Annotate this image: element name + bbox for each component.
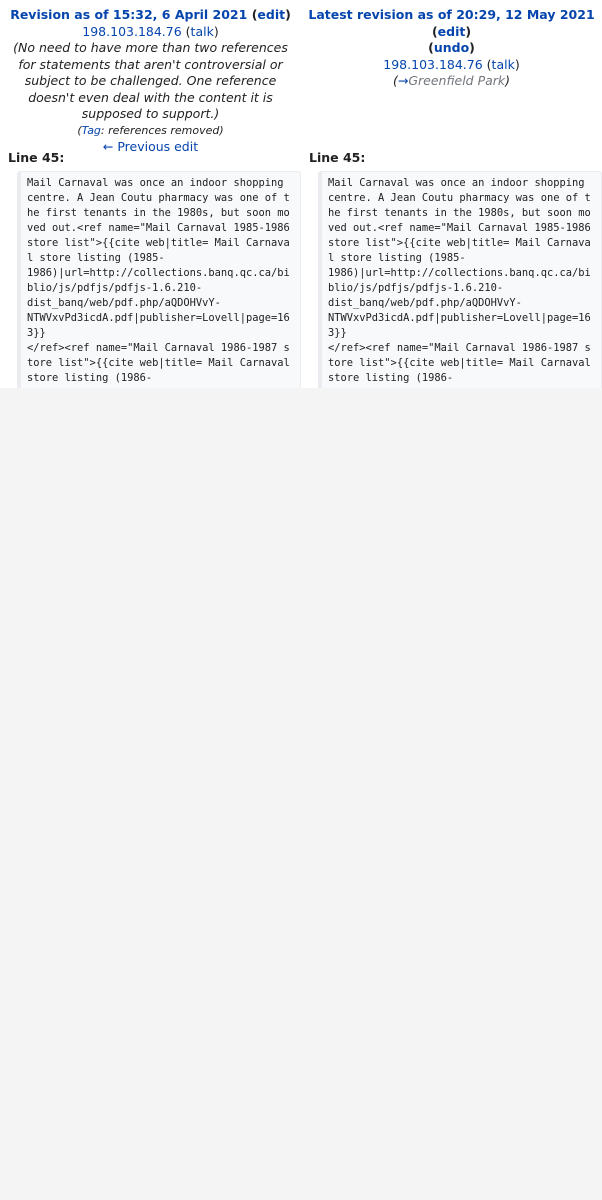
- old-revision-summary: (No need to have more than two reference…: [13, 40, 288, 121]
- new-revision-edit-link[interactable]: edit: [438, 24, 466, 39]
- section-name: Greenfield Park: [408, 73, 506, 88]
- old-revision-link[interactable]: Revision as of 15:32, 6 April 2021: [10, 7, 247, 22]
- old-line-number: Line 45:: [8, 150, 65, 165]
- section-arrow-link[interactable]: →: [398, 73, 408, 88]
- undo-link[interactable]: undo: [434, 40, 469, 55]
- old-revision-edit-link[interactable]: edit: [257, 7, 285, 22]
- previous-edit-link[interactable]: ← Previous edit: [103, 139, 198, 154]
- old-revision-column: Revision as of 15:32, 6 April 2021 (edit…: [0, 0, 301, 388]
- old-revision-title: Revision as of 15:32, 6 April 2021 (edit…: [10, 7, 291, 22]
- old-revision-header: Revision as of 15:32, 6 April 2021 (edit…: [0, 7, 301, 155]
- new-revision-user: 198.103.184.76 (talk): [383, 56, 520, 72]
- new-revision-summary: (→Greenfield Park): [392, 73, 511, 88]
- tag-value: references removed: [108, 123, 220, 137]
- new-revision-link[interactable]: Latest revision as of 20:29, 12 May 2021: [308, 7, 594, 22]
- new-diff-content: Mail Carnaval was once an indoor shoppin…: [318, 171, 602, 388]
- old-revision-user: 198.103.184.76 (talk): [82, 23, 219, 39]
- tag-link[interactable]: Tag: [82, 124, 101, 137]
- old-diff-content: Mail Carnaval was once an indoor shoppin…: [17, 171, 301, 388]
- old-revision-tags: (Tag: references removed): [77, 123, 224, 137]
- new-revision-header: Latest revision as of 20:29, 12 May 2021…: [301, 7, 602, 90]
- new-revision-title: Latest revision as of 20:29, 12 May 2021…: [308, 7, 595, 55]
- diff-view: Revision as of 15:32, 6 April 2021 (edit…: [0, 0, 602, 388]
- old-user-link[interactable]: 198.103.184.76: [82, 24, 181, 39]
- new-line-number: Line 45:: [309, 150, 366, 165]
- new-revision-column: Latest revision as of 20:29, 12 May 2021…: [301, 0, 602, 388]
- new-user-link[interactable]: 198.103.184.76: [383, 57, 482, 72]
- new-user-talk-link[interactable]: talk: [492, 57, 515, 72]
- old-user-talk-link[interactable]: talk: [191, 24, 214, 39]
